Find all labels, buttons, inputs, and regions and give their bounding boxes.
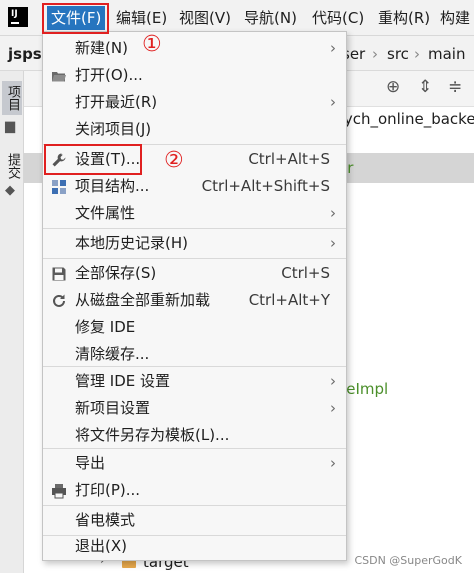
menu-item-file-properties[interactable]: 文件属性 ›: [43, 200, 346, 227]
menu-item-new[interactable]: 新建(N) ›: [43, 35, 346, 62]
menu-navigate[interactable]: 导航(N): [240, 6, 301, 30]
annotation-box-file-menu: [42, 3, 109, 34]
menu-item-open-recent[interactable]: 打开最近(R) ›: [43, 89, 346, 116]
breadcrumb-main[interactable]: main: [428, 45, 465, 63]
menu-item-label: 本地历史记录(H): [75, 234, 188, 252]
file-menu-dropdown: 新建(N) › 打开(O)... 打开最近(R) › 关闭项目(J) 设置(T)…: [42, 31, 347, 561]
breadcrumb-separator-icon: ›: [372, 45, 378, 63]
intellij-logo-icon: IJ: [8, 7, 28, 27]
annotation-number-2: ②: [164, 148, 184, 173]
menu-item-label: 打印(P)...: [75, 481, 141, 499]
menu-item-shortcut: Ctrl+Alt+S: [248, 150, 330, 168]
menu-item-save-as-template[interactable]: 将文件另存为模板(L)...: [43, 422, 346, 449]
menu-item-exit[interactable]: 退出(X): [43, 533, 346, 560]
reload-icon: [51, 293, 67, 309]
menu-item-label: 打开(O)...: [75, 66, 143, 84]
chevron-right-icon: ›: [330, 454, 336, 472]
expand-icon[interactable]: ≑: [448, 77, 462, 97]
menu-item-label: 新项目设置: [75, 399, 151, 417]
menu-item-label: 打开最近(R): [75, 93, 158, 111]
project-structure-icon: [51, 179, 67, 195]
chevron-right-icon: ›: [330, 93, 336, 111]
printer-icon: [51, 483, 67, 499]
menu-item-repair-ide[interactable]: 修复 IDE: [43, 314, 346, 341]
chevron-right-icon: ›: [330, 372, 336, 390]
menu-item-open[interactable]: 打开(O)...: [43, 62, 346, 89]
menu-item-save-all[interactable]: 全部保存(S) Ctrl+S: [43, 260, 346, 287]
menu-item-shortcut: Ctrl+S: [281, 264, 330, 282]
menu-item-label: 退出(X): [75, 537, 127, 555]
menu-item-label: 从磁盘全部重新加载: [75, 291, 211, 309]
chevron-right-icon: ›: [330, 234, 336, 252]
menu-item-close-project[interactable]: 关闭项目(J): [43, 116, 346, 143]
menu-refactor[interactable]: 重构(R): [374, 6, 434, 30]
menu-item-export[interactable]: 导出 ›: [43, 450, 346, 477]
menu-edit[interactable]: 编辑(E): [112, 6, 171, 30]
menu-item-label: 导出: [75, 454, 106, 472]
menu-code[interactable]: 代码(C): [308, 6, 368, 30]
menu-separator: [43, 505, 346, 506]
menu-item-label: 文件属性: [75, 204, 136, 222]
menu-item-new-project-settings[interactable]: 新项目设置 ›: [43, 395, 346, 422]
menu-item-power-save-mode[interactable]: 省电模式: [43, 507, 346, 534]
folder-icon: ▆: [5, 119, 15, 134]
chevron-right-icon: ›: [330, 399, 336, 417]
tab-project[interactable]: 项目: [2, 81, 22, 115]
menu-separator: [43, 366, 346, 367]
breadcrumb-src[interactable]: src: [387, 45, 409, 63]
menu-item-local-history[interactable]: 本地历史记录(H) ›: [43, 230, 346, 257]
menu-item-shortcut: Ctrl+Alt+Y: [248, 291, 330, 309]
breadcrumb-separator-icon: ›: [414, 45, 420, 63]
locate-icon[interactable]: ⊕: [386, 77, 400, 97]
menu-item-label: 新建(N): [75, 39, 128, 57]
menu-item-invalidate-caches[interactable]: 清除缓存...: [43, 341, 346, 368]
menu-item-label: 修复 IDE: [75, 318, 136, 336]
menu-item-project-structure[interactable]: 项目结构... Ctrl+Alt+Shift+S: [43, 173, 346, 200]
commit-icon: ◆: [5, 183, 15, 198]
menu-item-manage-ide-settings[interactable]: 管理 IDE 设置 ›: [43, 368, 346, 395]
watermark: CSDN @SuperGodK: [354, 554, 462, 567]
menu-item-label: 全部保存(S): [75, 264, 157, 282]
save-icon: [51, 266, 67, 282]
menu-item-label: 清除缓存...: [75, 345, 150, 363]
tool-window-strip: ▆ 项目 ◆ 提交: [0, 71, 24, 573]
menu-item-label: 省电模式: [75, 511, 136, 529]
menu-item-shortcut: Ctrl+Alt+Shift+S: [201, 177, 330, 195]
menu-view[interactable]: 视图(V): [175, 6, 235, 30]
menu-item-label: 管理 IDE 设置: [75, 372, 170, 390]
chevron-right-icon: ›: [330, 204, 336, 222]
annotation-number-1: ①: [142, 32, 162, 57]
chevron-right-icon: ›: [330, 39, 336, 57]
menu-item-label: 项目结构...: [75, 177, 150, 195]
menu-separator: [43, 228, 346, 229]
tree-item-text[interactable]: sych_online_backer: [336, 110, 474, 128]
folder-open-icon: [51, 68, 67, 84]
menu-item-print[interactable]: 打印(P)...: [43, 477, 346, 504]
collapse-icon[interactable]: ⇕: [418, 77, 432, 97]
menu-item-label: 将文件另存为模板(L)...: [75, 426, 230, 444]
menu-item-reload-all[interactable]: 从磁盘全部重新加载 Ctrl+Alt+Y: [43, 287, 346, 314]
annotation-box-settings: [44, 144, 142, 175]
menu-separator: [43, 448, 346, 449]
menu-separator: [43, 258, 346, 259]
tab-commit[interactable]: 提交: [2, 149, 22, 183]
menu-item-label: 关闭项目(J): [75, 120, 152, 138]
menu-build[interactable]: 构建: [436, 6, 474, 30]
